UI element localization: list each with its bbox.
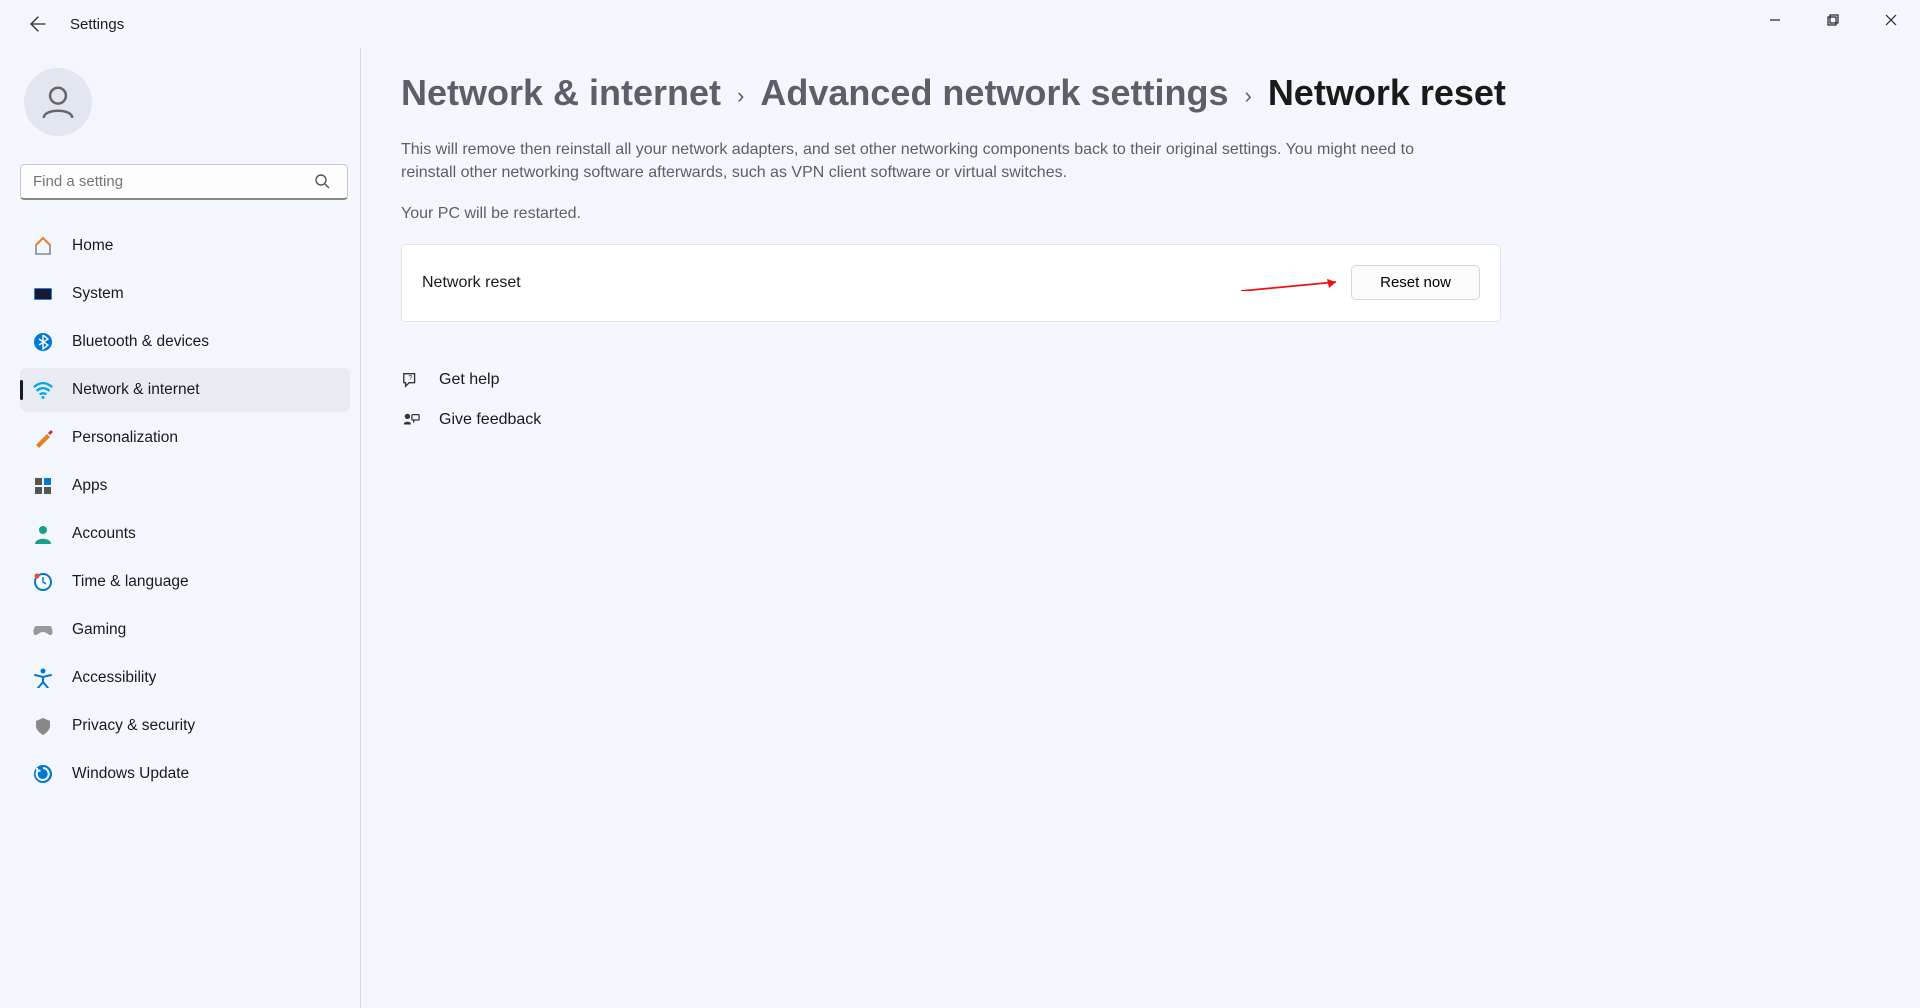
sidebar-item-label: Bluetooth & devices: [72, 333, 209, 351]
sidebar-item-label: Network & internet: [72, 381, 200, 399]
arrow-left-icon: [30, 16, 46, 32]
home-icon: [32, 235, 54, 257]
maximize-icon: [1827, 14, 1839, 26]
time-icon: [32, 571, 54, 593]
page-title: Network reset: [1268, 72, 1506, 114]
accounts-icon: [32, 523, 54, 545]
sidebar-item-label: Accessibility: [72, 669, 156, 687]
svg-text:?: ?: [408, 373, 412, 382]
sidebar-item-system[interactable]: System: [20, 272, 350, 316]
sidebar: Home System Bluetooth & devices Network …: [0, 48, 360, 1008]
card-label: Network reset: [422, 274, 521, 292]
feedback-icon: [401, 410, 421, 430]
gaming-icon: [32, 619, 54, 641]
close-icon: [1885, 14, 1897, 26]
sidebar-item-label: Time & language: [72, 573, 189, 591]
search-input[interactable]: [20, 164, 348, 200]
avatar[interactable]: [24, 68, 92, 136]
description-text: This will remove then reinstall all your…: [401, 138, 1451, 184]
sidebar-item-label: Personalization: [72, 429, 178, 447]
help-icon: ?: [401, 370, 421, 390]
minimize-icon: [1769, 14, 1781, 26]
sidebar-item-bluetooth[interactable]: Bluetooth & devices: [20, 320, 350, 364]
network-reset-card: Network reset Reset now: [401, 244, 1501, 322]
sidebar-item-gaming[interactable]: Gaming: [20, 608, 350, 652]
annotation-arrow-icon: [1241, 279, 1341, 291]
feedback-label: Give feedback: [439, 411, 541, 429]
sidebar-item-personalization[interactable]: Personalization: [20, 416, 350, 460]
main-content: Network & internet › Advanced network se…: [360, 48, 1920, 1008]
bluetooth-icon: [32, 331, 54, 353]
titlebar: Settings: [0, 0, 1920, 48]
close-button[interactable]: [1862, 0, 1920, 40]
sidebar-item-label: System: [72, 285, 124, 303]
help-label: Get help: [439, 371, 499, 389]
sidebar-item-label: Windows Update: [72, 765, 189, 783]
back-button[interactable]: [20, 6, 56, 42]
sidebar-item-network[interactable]: Network & internet: [20, 368, 350, 412]
sidebar-item-time[interactable]: Time & language: [20, 560, 350, 604]
update-icon: [32, 763, 54, 785]
reset-now-button[interactable]: Reset now: [1351, 265, 1480, 300]
search-icon: [314, 173, 330, 192]
breadcrumb-advanced[interactable]: Advanced network settings: [760, 72, 1228, 114]
sidebar-item-update[interactable]: Windows Update: [20, 752, 350, 796]
window-controls: [1746, 0, 1920, 48]
breadcrumb-network[interactable]: Network & internet: [401, 72, 721, 114]
restart-note: Your PC will be restarted.: [401, 202, 1451, 225]
sidebar-item-label: Home: [72, 237, 113, 255]
privacy-icon: [32, 715, 54, 737]
sidebar-item-label: Gaming: [72, 621, 126, 639]
chevron-right-icon: ›: [1244, 77, 1251, 109]
give-feedback-link[interactable]: Give feedback: [401, 402, 1876, 438]
search-box: [20, 164, 350, 200]
system-icon: [32, 283, 54, 305]
chevron-right-icon: ›: [737, 77, 744, 109]
minimize-button[interactable]: [1746, 0, 1804, 40]
app-title: Settings: [70, 16, 124, 33]
user-icon: [39, 83, 77, 121]
sidebar-item-label: Apps: [72, 477, 107, 495]
wifi-icon: [32, 379, 54, 401]
sidebar-item-label: Accounts: [72, 525, 136, 543]
sidebar-item-accounts[interactable]: Accounts: [20, 512, 350, 556]
sidebar-item-label: Privacy & security: [72, 717, 195, 735]
sidebar-item-privacy[interactable]: Privacy & security: [20, 704, 350, 748]
apps-icon: [32, 475, 54, 497]
sidebar-item-home[interactable]: Home: [20, 224, 350, 268]
get-help-link[interactable]: ? Get help: [401, 362, 1876, 398]
sidebar-item-apps[interactable]: Apps: [20, 464, 350, 508]
breadcrumb: Network & internet › Advanced network se…: [401, 72, 1876, 114]
sidebar-item-accessibility[interactable]: Accessibility: [20, 656, 350, 700]
personalization-icon: [32, 427, 54, 449]
maximize-button[interactable]: [1804, 0, 1862, 40]
accessibility-icon: [32, 667, 54, 689]
